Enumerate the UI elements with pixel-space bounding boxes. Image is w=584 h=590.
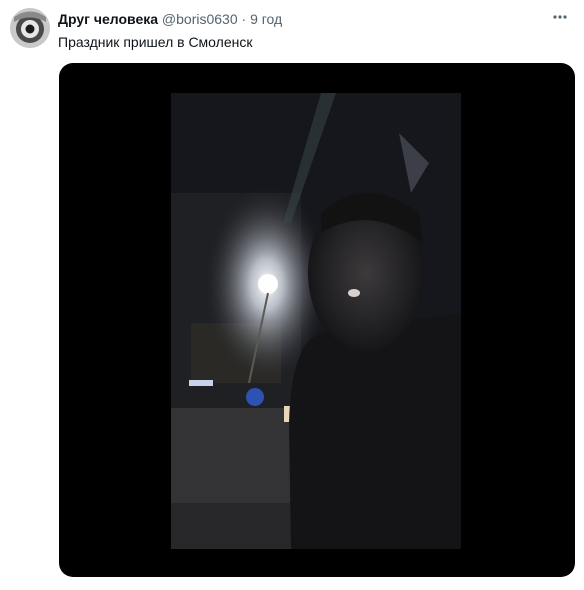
author-name[interactable]: Друг человека <box>58 11 158 27</box>
avatar-image <box>10 8 50 48</box>
more-horizontal-icon <box>553 15 567 19</box>
tweet-text: Праздник пришел в Смоленск <box>58 34 253 50</box>
more-icon[interactable] <box>550 8 570 28</box>
separator: · <box>241 11 247 27</box>
author-handle[interactable]: @boris0630 <box>162 11 238 27</box>
video-still <box>171 93 461 549</box>
tweet-header: Друг человека @boris0630 · 9 год <box>58 10 544 28</box>
tweet-media[interactable] <box>59 63 575 577</box>
video-frame <box>171 93 461 549</box>
timestamp[interactable]: 9 год <box>250 11 282 27</box>
avatar[interactable] <box>10 8 50 48</box>
